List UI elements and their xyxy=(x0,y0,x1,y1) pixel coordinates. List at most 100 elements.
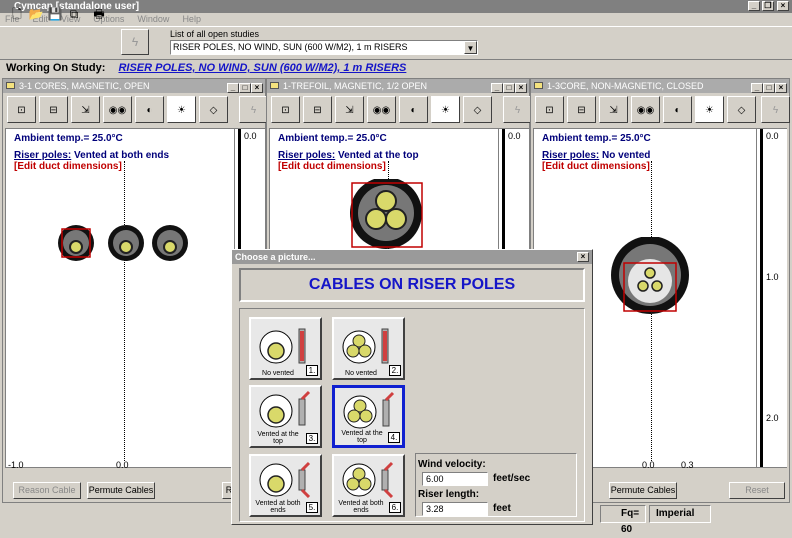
edit-duct-link[interactable]: [Edit duct dimensions] xyxy=(278,161,386,172)
wind-velocity-label: Wind velocity: xyxy=(418,459,486,470)
cable-view-icon[interactable]: ⊡ xyxy=(535,96,564,123)
edit-cable-icon[interactable]: ⇲ xyxy=(599,96,628,123)
dialog-title-bar: Choose a picture... xyxy=(232,250,592,264)
folder-icon xyxy=(270,82,279,89)
menu-window[interactable]: Window xyxy=(137,14,169,24)
riser-label: Riser poles: xyxy=(542,150,600,161)
panel-button-row: Reason Cable Permute Cables R xyxy=(3,479,265,501)
picture-number: 3. xyxy=(306,433,318,444)
chevron-down-icon[interactable]: ▼ xyxy=(464,41,477,54)
edit-cable-icon[interactable]: ⇲ xyxy=(71,96,100,123)
riser-label: Riser poles: xyxy=(14,150,72,161)
diamond-icon[interactable]: ◇ xyxy=(199,96,228,123)
picture-number: 4. xyxy=(388,432,400,443)
maximize-button[interactable]: □ xyxy=(763,83,775,93)
permute-cables-button[interactable]: Permute Cables xyxy=(609,482,677,499)
picture-label: Vented at the top xyxy=(257,431,299,445)
picture-option-4-selected[interactable]: Vented at the top 4. xyxy=(332,385,405,448)
maximize-button[interactable]: □ xyxy=(503,83,515,93)
menu-help[interactable]: Help xyxy=(182,14,201,24)
scale-top-label: 0.0 xyxy=(508,131,521,141)
minimize-button[interactable]: _ xyxy=(491,83,503,93)
wind-velocity-input[interactable]: 6.00 xyxy=(422,472,488,486)
picture-number: 6. xyxy=(389,502,401,513)
lightning-icon[interactable]: ϟ xyxy=(503,96,532,123)
single-cable-icon[interactable]: ◐ xyxy=(663,96,692,123)
duct-view-icon[interactable]: ⊟ xyxy=(567,96,596,123)
sun-riser-icon[interactable]: ☀ xyxy=(431,96,460,123)
minimize-button[interactable]: _ xyxy=(748,1,760,11)
duct-view-icon[interactable]: ⊟ xyxy=(303,96,332,123)
riser-diagram-icon xyxy=(343,391,395,429)
minimize-button[interactable]: _ xyxy=(227,83,239,93)
dialog-close-button[interactable]: × xyxy=(577,252,589,262)
riser-length-input[interactable]: 3.28 xyxy=(422,502,488,516)
new-study-icon[interactable]: 🗋 xyxy=(8,5,26,23)
picture-option-1[interactable]: No vented 1. xyxy=(249,317,322,380)
working-study-link[interactable]: RISER POLES, NO WIND, SUN (600 W/M2), 1 … xyxy=(118,62,406,74)
edit-duct-link[interactable]: [Edit duct dimensions] xyxy=(542,161,650,172)
riser-value: No vented xyxy=(602,150,651,161)
open-studies-value: RISER POLES, NO WIND, SUN (600 W/M2), 1 … xyxy=(173,42,408,52)
cable-layout-plot[interactable]: Ambient temp.= 25.0°C Riser poles: Vente… xyxy=(5,128,235,468)
ambient-temp: Ambient temp.= 25.0°C xyxy=(14,133,123,144)
sun-riser-icon[interactable]: ☀ xyxy=(695,96,724,123)
minimize-button[interactable]: _ xyxy=(751,83,763,93)
cable-view-icon[interactable]: ⊡ xyxy=(7,96,36,123)
single-cable-icon[interactable]: ◐ xyxy=(399,96,428,123)
lightning-icon[interactable]: ϟ xyxy=(239,96,268,123)
edit-duct-link[interactable]: [Edit duct dimensions] xyxy=(14,161,122,172)
circuits-icon[interactable]: ◉◉ xyxy=(631,96,660,123)
scale-bottom-label: 2.0 xyxy=(766,413,779,423)
folder-icon xyxy=(6,82,15,89)
diamond-icon[interactable]: ◇ xyxy=(727,96,756,123)
circuits-icon[interactable]: ◉◉ xyxy=(367,96,396,123)
choose-picture-dialog: Choose a picture... × CABLES ON RISER PO… xyxy=(231,249,593,525)
circuits-icon[interactable]: ◉◉ xyxy=(103,96,132,123)
sun-riser-icon[interactable]: ☀ xyxy=(167,96,196,123)
reset-button[interactable]: Reset xyxy=(729,482,785,499)
diamond-icon[interactable]: ◇ xyxy=(463,96,492,123)
riser-value: Vented at both ends xyxy=(74,150,170,161)
close-button[interactable]: × xyxy=(775,83,787,93)
cable-view-icon[interactable]: ⊡ xyxy=(271,96,300,123)
permute-cables-button[interactable]: Permute Cables xyxy=(87,482,155,499)
lightning-icon[interactable]: ϟ xyxy=(761,96,790,123)
print-icon[interactable]: 🖶 xyxy=(90,5,108,23)
dialog-title: Choose a picture... xyxy=(235,252,316,262)
copy-study-icon[interactable]: ⧉ xyxy=(65,5,83,23)
riser-label: Riser poles: xyxy=(278,150,336,161)
maximize-button[interactable]: □ xyxy=(239,83,251,93)
single-cable-icon[interactable]: ◐ xyxy=(135,96,164,123)
reason-cable-button[interactable]: Reason Cable xyxy=(13,482,81,499)
picture-option-6[interactable]: Vented at both ends 6. xyxy=(332,454,405,517)
working-label: Working On Study: xyxy=(6,62,106,74)
panel-window-buttons: _ □ × xyxy=(491,80,527,93)
open-studies-select[interactable]: RISER POLES, NO WIND, SUN (600 W/M2), 1 … xyxy=(170,40,478,55)
lightning-icon[interactable]: ϟ xyxy=(121,29,149,55)
close-button[interactable]: × xyxy=(251,83,263,93)
save-icon[interactable]: 💾 xyxy=(46,5,64,23)
frequency-status: Fq= 60 xyxy=(600,505,646,535)
duct-view-icon[interactable]: ⊟ xyxy=(39,96,68,123)
axis-center-label: 0.0 xyxy=(642,460,655,470)
picture-option-5[interactable]: Vented at both ends 5. xyxy=(249,454,322,517)
panel-title: 3-1 CORES, MAGNETIC, OPEN xyxy=(19,81,150,91)
picture-label: Vented at the top xyxy=(341,430,383,444)
restore-button[interactable]: ❐ xyxy=(762,1,774,11)
picture-label: Vented at both ends xyxy=(338,500,384,514)
edit-cable-icon[interactable]: ⇲ xyxy=(335,96,364,123)
depth-scale: 0.0 1.0 2.0 xyxy=(757,128,787,468)
close-button[interactable]: × xyxy=(515,83,527,93)
picture-number: 5. xyxy=(306,502,318,513)
riser-diagram-icon xyxy=(259,328,306,364)
picture-label: No vented xyxy=(345,370,377,377)
axis-left-label: -1.0 xyxy=(8,460,24,470)
picture-option-3[interactable]: Vented at the top 3. xyxy=(249,385,322,448)
picture-option-2[interactable]: No vented 2. xyxy=(332,317,405,380)
panel-toolbar: ⊡ ⊟ ⇲ ◉◉ ◐ ☀ ◇ ϟ xyxy=(531,94,790,127)
open-folder-icon[interactable]: 📂 xyxy=(27,5,45,23)
close-app-button[interactable]: × xyxy=(777,1,789,11)
picture-label: No vented xyxy=(262,370,294,377)
menu-bar: File Edit View Options Window Help xyxy=(0,13,792,26)
